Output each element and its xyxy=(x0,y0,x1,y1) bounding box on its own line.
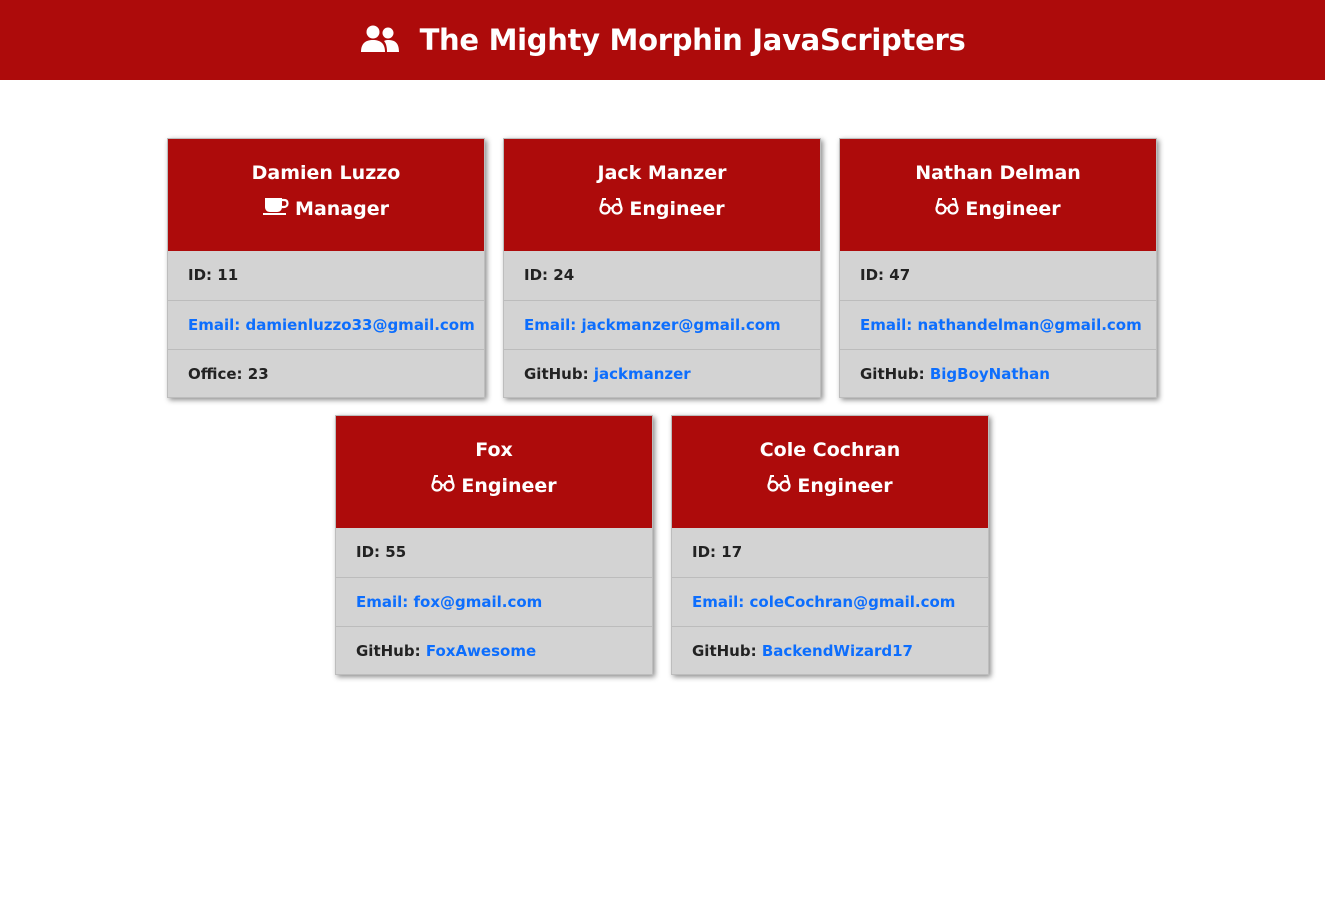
glasses-icon xyxy=(935,197,959,221)
email-link[interactable]: Email: nathandelman@gmail.com xyxy=(840,300,1156,349)
employee-card: Nathan Delman Engineer ID: 47 Email: nat… xyxy=(839,138,1157,398)
employee-role: Manager xyxy=(168,197,484,221)
employee-card: Damien Luzzo Manager ID: 11 Email: damie… xyxy=(167,138,485,398)
employee-role: Engineer xyxy=(504,197,820,221)
employee-card: Fox Engineer ID: 55 Email: fox@gmail.com xyxy=(335,415,653,675)
team-header: The Mighty Morphin JavaScripters xyxy=(0,0,1325,80)
employee-name: Damien Luzzo xyxy=(251,162,401,184)
card-details: ID: 24 Email: jackmanzer@gmail.com GitHu… xyxy=(504,251,820,398)
employee-card: Cole Cochran Engineer ID: 17 Email: cole… xyxy=(671,415,989,675)
email-link[interactable]: Email: jackmanzer@gmail.com xyxy=(504,300,820,349)
role-label: Engineer xyxy=(629,198,725,220)
employee-card: Jack Manzer Engineer ID: 24 Email: jackm… xyxy=(503,138,821,398)
card-header: Nathan Delman Engineer xyxy=(840,139,1156,251)
card-details: ID: 47 Email: nathandelman@gmail.com Git… xyxy=(840,251,1156,398)
glasses-icon xyxy=(599,197,623,221)
github-label: GitHub: xyxy=(860,365,930,383)
office-number: Office: 23 xyxy=(168,349,484,398)
employee-role: Engineer xyxy=(840,197,1156,221)
card-header: Fox Engineer xyxy=(336,416,652,528)
card-header: Jack Manzer Engineer xyxy=(504,139,820,251)
github-link[interactable]: FoxAwesome xyxy=(426,642,536,660)
page-title: The Mighty Morphin JavaScripters xyxy=(419,23,966,57)
employee-name: Nathan Delman xyxy=(915,162,1081,184)
users-icon xyxy=(360,25,400,53)
employee-id: ID: 24 xyxy=(524,266,575,284)
glasses-icon xyxy=(767,474,791,498)
employee-id: ID: 11 xyxy=(188,266,239,284)
glasses-icon xyxy=(431,474,455,498)
github-row: GitHub: jackmanzer xyxy=(504,349,820,398)
card-details: ID: 17 Email: coleCochran@gmail.com GitH… xyxy=(672,528,988,675)
employee-name: Fox xyxy=(475,439,513,461)
card-details: ID: 11 Email: damienluzzo33@gmail.com Of… xyxy=(168,251,484,398)
github-row: GitHub: BigBoyNathan xyxy=(840,349,1156,398)
employee-role: Engineer xyxy=(336,474,652,498)
role-label: Engineer xyxy=(797,475,893,497)
role-label: Manager xyxy=(295,198,389,220)
email-link[interactable]: Email: damienluzzo33@gmail.com xyxy=(168,300,484,349)
card-header: Damien Luzzo Manager xyxy=(168,139,484,251)
github-row: GitHub: BackendWizard17 xyxy=(672,626,988,675)
github-label: GitHub: xyxy=(692,642,762,660)
coffee-mug-icon xyxy=(263,197,289,221)
card-details: ID: 55 Email: fox@gmail.com GitHub: FoxA… xyxy=(336,528,652,675)
email-link[interactable]: Email: fox@gmail.com xyxy=(336,577,652,626)
employee-name: Cole Cochran xyxy=(759,439,901,461)
github-link[interactable]: BigBoyNathan xyxy=(930,365,1050,383)
role-label: Engineer xyxy=(965,198,1061,220)
card-header: Cole Cochran Engineer xyxy=(672,416,988,528)
office-label: Office: 23 xyxy=(188,365,269,383)
github-label: GitHub: xyxy=(356,642,426,660)
email-link[interactable]: Email: coleCochran@gmail.com xyxy=(672,577,988,626)
employee-id: ID: 47 xyxy=(860,266,911,284)
employee-id: ID: 17 xyxy=(692,543,743,561)
github-link[interactable]: jackmanzer xyxy=(594,365,691,383)
employee-id: ID: 55 xyxy=(356,543,407,561)
employee-name: Jack Manzer xyxy=(597,162,727,184)
github-link[interactable]: BackendWizard17 xyxy=(762,642,913,660)
role-label: Engineer xyxy=(461,475,557,497)
github-label: GitHub: xyxy=(524,365,594,383)
employee-role: Engineer xyxy=(672,474,988,498)
github-row: GitHub: FoxAwesome xyxy=(336,626,652,675)
